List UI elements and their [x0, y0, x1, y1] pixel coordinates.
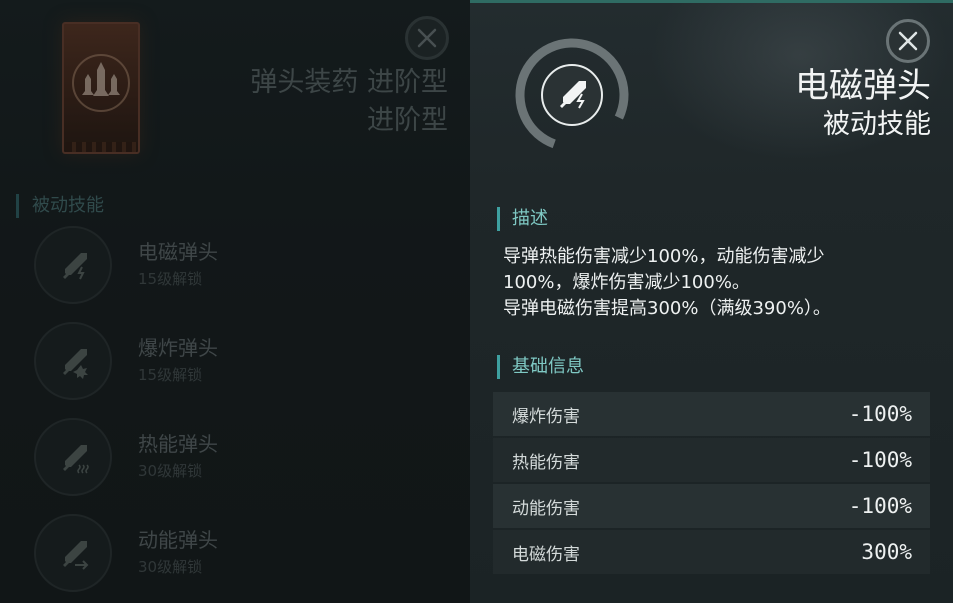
close-button[interactable] [886, 19, 930, 63]
skill-description: 导弹热能伤害减少100%，动能伤害减少 100%，爆炸伤害减少100%。 导弹电… [503, 244, 883, 322]
left-close-button[interactable] [405, 16, 449, 60]
skill-unlock-level: 15级解锁 [138, 270, 203, 288]
close-icon [898, 31, 918, 51]
close-icon [417, 28, 437, 48]
stat-row-explosive: 爆炸伤害 -100% [493, 392, 930, 436]
skill-unlock-level: 30级解锁 [138, 558, 203, 576]
stat-label: 热能伤害 [512, 452, 580, 473]
missile-thermal-icon [34, 418, 112, 496]
stat-label: 爆炸伤害 [512, 406, 580, 427]
module-title: 弹头装药 进阶型 [250, 67, 448, 98]
stat-label: 动能伤害 [512, 498, 580, 519]
skill-name: 电磁弹头 [138, 240, 218, 264]
skill-unlock-level: 15级解锁 [138, 366, 203, 384]
stat-value: -100% [848, 494, 912, 518]
skill-tree-panel: 弹头装药 进阶型 进阶型 被动技能 电磁弹头 15级解锁 爆炸弹头 15级解锁 [0, 0, 470, 603]
skill-item-electromagnetic[interactable]: 电磁弹头 15级解锁 [34, 226, 434, 306]
skill-unlock-level: 30级解锁 [138, 462, 203, 480]
skill-icon-frame [513, 36, 631, 154]
stat-value: 300% [861, 540, 912, 564]
skill-detail-panel: 电磁弹头 被动技能 描述 导弹热能伤害减少100%，动能伤害减少 100%，爆炸… [470, 0, 953, 603]
module-subtitle: 进阶型 [367, 105, 448, 136]
missile-explosive-icon [34, 322, 112, 400]
skill-item-kinetic[interactable]: 动能弹头 30级解锁 [34, 514, 434, 594]
warhead-module-card-icon [62, 22, 140, 154]
description-line: 导弹电磁伤害提高300%（满级390%）。 [503, 298, 831, 319]
skill-title: 电磁弹头 [795, 66, 931, 106]
skill-item-thermal[interactable]: 热能弹头 30级解锁 [34, 418, 434, 498]
stat-row-thermal: 热能伤害 -100% [493, 438, 930, 482]
stat-value: -100% [848, 448, 912, 472]
skill-name: 热能弹头 [138, 432, 218, 456]
stat-row-electromagnetic: 电磁伤害 300% [493, 530, 930, 574]
basic-info-table: 爆炸伤害 -100% 热能伤害 -100% 动能伤害 -100% 电磁伤害 30… [493, 392, 930, 576]
skill-type: 被动技能 [823, 109, 931, 140]
missile-electric-icon [560, 81, 586, 109]
stat-value: -100% [848, 402, 912, 426]
basic-info-section-label: 基础信息 [497, 355, 584, 379]
skill-name: 爆炸弹头 [138, 336, 218, 360]
passive-skills-section-label: 被动技能 [16, 194, 104, 218]
skill-name: 动能弹头 [138, 528, 218, 552]
missile-electric-icon [34, 226, 112, 304]
missile-kinetic-icon [34, 514, 112, 592]
description-line: 100%，爆炸伤害减少100%。 [503, 272, 750, 293]
stat-row-kinetic: 动能伤害 -100% [493, 484, 930, 528]
stat-label: 电磁伤害 [512, 544, 580, 565]
description-section-label: 描述 [497, 207, 548, 231]
skill-item-explosive[interactable]: 爆炸弹头 15级解锁 [34, 322, 434, 402]
description-line: 导弹热能伤害减少100%，动能伤害减少 [503, 246, 825, 267]
